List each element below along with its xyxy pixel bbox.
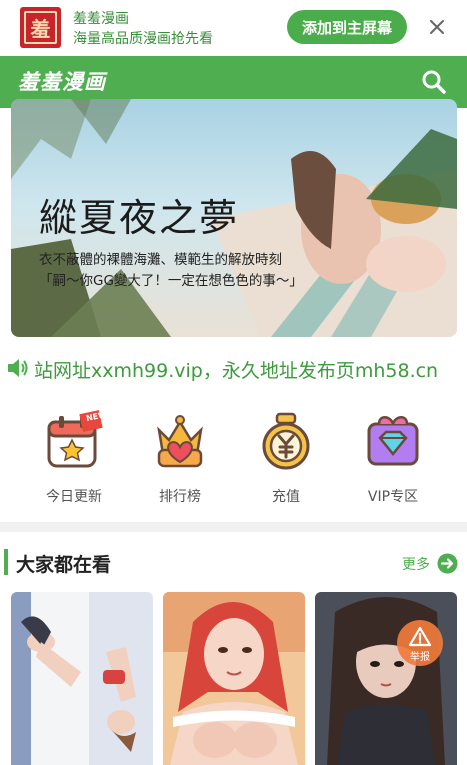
nav-vip-zone[interactable]: VIP专区 — [343, 404, 443, 514]
site-brand[interactable]: 羞羞漫画 — [18, 66, 106, 96]
manga-card[interactable]: 举报 — [315, 592, 457, 765]
crown-heart-icon — [151, 410, 209, 472]
close-icon[interactable] — [426, 16, 448, 38]
add-to-home-screen-button[interactable]: 添加到主屏幕 — [287, 10, 407, 44]
nav-ranking[interactable]: 排行榜 — [130, 404, 230, 514]
section-accent-bar — [4, 549, 8, 575]
hero-subtitle-1: 衣不蔽體的裸體海灘、模範生的解放時刻 — [39, 248, 282, 268]
search-icon[interactable] — [420, 68, 448, 96]
manga-cover-3 — [315, 592, 457, 765]
notice-bar: 站网址xxmh99.vip，永久地址发布页mh58.cn — [0, 352, 467, 384]
notice-text: 站网址xxmh99.vip，永久地址发布页mh58.cn — [34, 356, 438, 383]
nav-label: 充值 — [236, 486, 336, 506]
nav-label: VIP专区 — [343, 486, 443, 506]
manga-card[interactable] — [11, 592, 153, 765]
app-description: 海量高品质漫画抢先看 — [73, 28, 213, 48]
more-text: 更多 — [402, 554, 430, 574]
more-link[interactable]: 更多 — [402, 552, 458, 576]
install-bar: 羞 羞羞漫画 海量高品质漫画抢先看 添加到主屏幕 — [0, 0, 467, 56]
app-name: 羞羞漫画 — [73, 8, 129, 28]
section-divider — [0, 522, 467, 532]
hero-subtitle-2: 「嗣～你GG變大了！一定在想色色的事～」 — [39, 269, 303, 289]
nav-recharge[interactable]: 充值 — [236, 404, 336, 514]
section-title: 大家都在看 — [16, 550, 111, 577]
nav-label: 今日更新 — [24, 486, 124, 506]
nav-label: 排行榜 — [130, 486, 230, 506]
quick-nav: NEW 今日更新 排行榜 充值 VIP专区 — [0, 404, 467, 514]
manga-cover-1 — [11, 592, 153, 765]
yen-coin-icon — [257, 410, 315, 472]
manga-card[interactable] — [163, 592, 305, 765]
hero-banner[interactable]: 縱夏夜之夢 衣不蔽體的裸體海灘、模範生的解放時刻 「嗣～你GG變大了！一定在想色… — [11, 99, 457, 337]
report-label: 举报 — [397, 648, 443, 663]
manga-cover-2 — [163, 592, 305, 765]
speaker-icon — [6, 357, 30, 379]
hero-title: 縱夏夜之夢 — [39, 187, 239, 242]
app-logo-char: 羞 — [24, 11, 57, 44]
report-button[interactable]: 举报 — [397, 620, 443, 666]
arrow-right-circle-icon — [437, 553, 458, 574]
vip-diamond-gift-icon — [364, 410, 422, 472]
nav-today-updates[interactable]: NEW 今日更新 — [24, 404, 124, 514]
app-logo: 羞 — [20, 7, 61, 48]
